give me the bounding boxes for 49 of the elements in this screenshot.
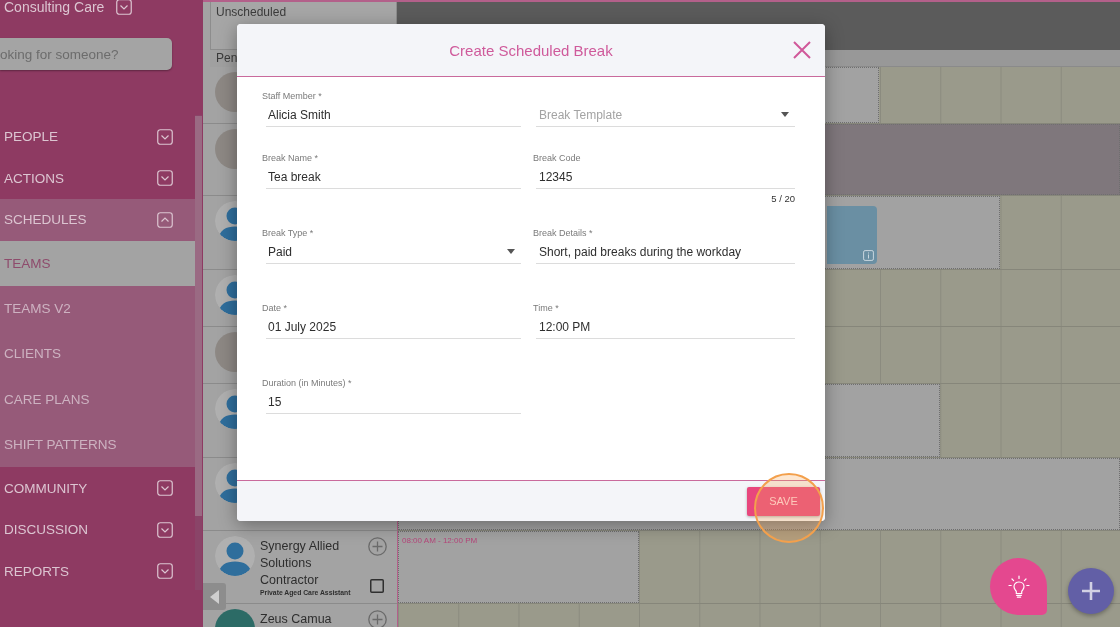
plus-circle-icon[interactable] — [367, 537, 387, 556]
staff-name: Synergy Allied Solutions Contractor — [260, 538, 341, 589]
person-silhouette-icon — [215, 536, 255, 576]
dialog-title: Create Scheduled Break — [449, 41, 613, 59]
sidebar-item[interactable]: CARE PLANS — [0, 376, 195, 423]
text-field[interactable]: Short, paid breaks during the workday — [536, 240, 795, 264]
caret-down-icon — [507, 249, 515, 254]
text-field[interactable]: 12:00 PM — [536, 315, 795, 339]
close-button[interactable] — [792, 40, 812, 60]
field-label: Date * — [262, 303, 287, 313]
text-field[interactable]: Tea break — [266, 165, 521, 189]
triangle-left-icon — [210, 589, 219, 604]
field-label: Duration (in Minutes) * — [262, 378, 352, 388]
field-label: Break Name * — [262, 153, 319, 163]
field-label: Break Code — [533, 153, 581, 163]
sidebar-item[interactable]: COMMUNITY — [0, 467, 195, 509]
field-label: Time * — [533, 303, 559, 313]
info-icon — [863, 250, 874, 261]
checkbox[interactable] — [370, 579, 384, 593]
field-label: Break Type * — [262, 228, 314, 238]
sidebar-item[interactable]: PEOPLE — [0, 116, 195, 158]
text-field[interactable]: Alicia Smith — [266, 103, 521, 127]
collapse-button[interactable] — [203, 583, 226, 610]
close-icon — [793, 41, 811, 59]
plus-icon — [1081, 581, 1101, 601]
shift-card[interactable] — [827, 206, 877, 264]
organization-selector[interactable]: Consulting Care — [4, 0, 133, 14]
field-label: Break Details * — [533, 228, 593, 238]
text-field[interactable]: 12345 — [536, 165, 795, 189]
sidebar-item[interactable]: ACTIONS — [0, 157, 195, 199]
lightbulb-icon — [1007, 574, 1030, 599]
text-field[interactable]: 15 — [266, 390, 521, 414]
chevron-down-icon — [116, 0, 133, 15]
sidebar-item[interactable]: SHIFT PATTERNS — [0, 422, 195, 468]
dropdown-field[interactable]: Paid — [266, 240, 521, 264]
sidebar-item[interactable]: SCHEDULES — [0, 199, 195, 241]
shift-time-label: 08:00 AM - 12:00 PM — [402, 536, 478, 546]
character-counter: 5 / 20 — [771, 194, 795, 204]
caret-down-icon — [781, 112, 789, 117]
scrollbar-thumb[interactable] — [195, 116, 202, 516]
staff-name: Zeus Camua — [260, 611, 333, 627]
text-field[interactable]: 01 July 2025 — [266, 315, 521, 339]
field-label: Staff Member * — [262, 91, 322, 101]
dropdown-field[interactable]: Break Template — [536, 103, 795, 127]
sidebar-item[interactable]: TEAMS V2 — [0, 285, 195, 332]
sidebar-item[interactable]: DISCUSSION — [0, 508, 195, 551]
sidebar-item[interactable]: CLIENTS — [0, 331, 195, 377]
sidebar-item[interactable]: REPORTS — [0, 550, 195, 592]
sidebar-item[interactable]: TEAMS — [0, 240, 195, 286]
